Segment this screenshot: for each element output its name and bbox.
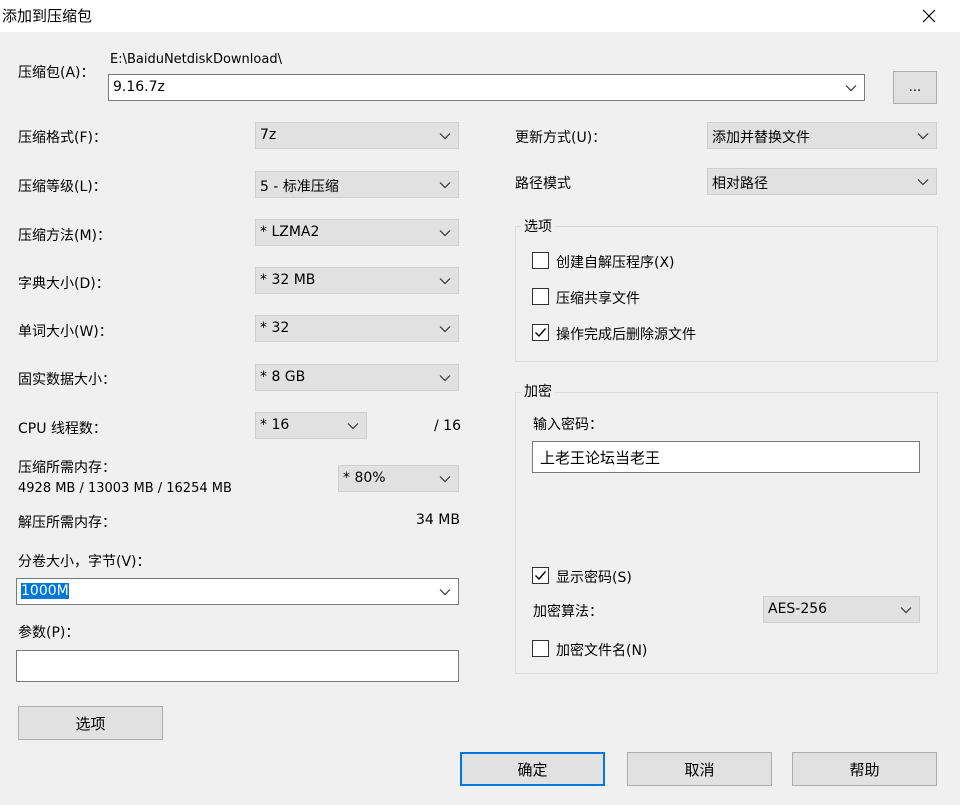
chevron-down-icon xyxy=(439,133,451,140)
chevron-down-icon xyxy=(439,230,451,237)
encryption-group xyxy=(515,392,938,674)
mem-usage-select[interactable]: * 80% xyxy=(338,465,459,492)
chevron-down-icon xyxy=(439,476,451,483)
update-select[interactable]: 添加并替换文件 xyxy=(707,122,937,149)
mem-compress-label: 压缩所需内存： xyxy=(18,460,116,476)
archive-path: E:\BaiduNetdiskDownload\ xyxy=(110,52,282,67)
solid-value: * 8 GB xyxy=(260,369,306,385)
enc-method-value: AES-256 xyxy=(768,601,828,617)
volume-value: 1000M xyxy=(21,583,69,599)
pathmode-label: 路径模式 xyxy=(515,176,571,192)
check-icon xyxy=(535,328,547,338)
enc-method-select[interactable]: AES-256 xyxy=(763,596,920,623)
method-select[interactable]: * LZMA2 xyxy=(255,219,459,246)
sfx-checkbox[interactable] xyxy=(532,252,549,269)
chevron-down-icon xyxy=(439,182,451,189)
threads-value: * 16 xyxy=(260,417,290,433)
chevron-down-icon xyxy=(900,607,912,614)
close-button[interactable] xyxy=(906,0,952,32)
chevron-down-icon xyxy=(917,179,929,186)
format-select[interactable]: 7z xyxy=(255,122,459,149)
threads-max: / 16 xyxy=(434,418,461,434)
pathmode-select[interactable]: 相对路径 xyxy=(707,168,937,195)
mem-usage-value: * 80% xyxy=(343,470,386,486)
chevron-down-icon xyxy=(439,278,451,285)
show-password-checkbox[interactable] xyxy=(532,567,549,584)
shared-checkbox[interactable] xyxy=(532,288,549,305)
browse-button[interactable]: ... xyxy=(893,71,937,104)
method-value: * LZMA2 xyxy=(260,224,320,240)
word-select[interactable]: * 32 xyxy=(255,315,459,342)
solid-select[interactable]: * 8 GB xyxy=(255,364,459,391)
solid-label: 固实数据大小： xyxy=(18,372,116,388)
chevron-down-icon xyxy=(439,375,451,382)
password-value: 上老王论坛当老王 xyxy=(540,449,661,467)
mem-compress-detail: 4928 MB / 13003 MB / 16254 MB xyxy=(18,481,232,496)
ok-button[interactable]: 确定 xyxy=(460,752,605,786)
enc-method-label: 加密算法： xyxy=(533,604,603,620)
close-icon xyxy=(922,9,936,23)
update-value: 添加并替换文件 xyxy=(712,130,810,146)
volume-label: 分卷大小，字节(V)： xyxy=(18,554,151,570)
add-to-archive-dialog: 添加到压缩包 压缩包(A)： E:\BaiduNetdiskDownload\ … xyxy=(0,0,960,805)
mem-decompress-value: 34 MB xyxy=(416,512,460,528)
sfx-label[interactable]: 创建自解压程序(X) xyxy=(556,252,675,272)
threads-select[interactable]: * 16 xyxy=(255,412,367,439)
update-label: 更新方式(U)： xyxy=(515,130,607,146)
options-group-title: 选项 xyxy=(521,216,555,236)
method-label: 压缩方法(M)： xyxy=(18,228,112,244)
chevron-down-icon xyxy=(845,85,857,92)
archive-name-combo[interactable]: 9.16.7z xyxy=(108,74,865,101)
encrypt-names-checkbox[interactable] xyxy=(532,640,549,657)
shared-label[interactable]: 压缩共享文件 xyxy=(556,288,640,308)
delete-source-label[interactable]: 操作完成后删除源文件 xyxy=(556,324,696,344)
dict-value: * 32 MB xyxy=(260,272,316,288)
volume-combo[interactable]: 1000M xyxy=(16,578,459,605)
title-bar: 添加到压缩包 xyxy=(0,0,960,32)
options-button[interactable]: 选项 xyxy=(18,706,163,740)
mem-decompress-label: 解压所需内存： xyxy=(18,515,116,531)
format-value: 7z xyxy=(260,127,277,143)
format-label: 压缩格式(F)： xyxy=(18,130,107,146)
password-label: 输入密码： xyxy=(533,417,603,433)
chevron-down-icon xyxy=(917,133,929,140)
check-icon xyxy=(535,571,547,581)
word-value: * 32 xyxy=(260,320,290,336)
level-value: 5 - 标准压缩 xyxy=(260,179,339,195)
show-password-label[interactable]: 显示密码(S) xyxy=(556,567,632,587)
archive-name-value: 9.16.7z xyxy=(113,79,165,95)
help-button[interactable]: 帮助 xyxy=(792,752,937,786)
params-label: 参数(P)： xyxy=(18,625,80,641)
word-label: 单词大小(W)： xyxy=(18,324,113,340)
chevron-down-icon xyxy=(439,589,451,596)
cancel-button[interactable]: 取消 xyxy=(627,752,772,786)
dict-select[interactable]: * 32 MB xyxy=(255,267,459,294)
params-input[interactable] xyxy=(16,650,459,682)
password-input[interactable]: 上老王论坛当老王 xyxy=(532,441,920,473)
level-select[interactable]: 5 - 标准压缩 xyxy=(255,171,459,198)
pathmode-value: 相对路径 xyxy=(712,176,768,192)
archive-label: 压缩包(A)： xyxy=(18,65,95,81)
level-label: 压缩等级(L)： xyxy=(18,179,107,195)
chevron-down-icon xyxy=(439,326,451,333)
window-title: 添加到压缩包 xyxy=(2,7,93,25)
chevron-down-icon xyxy=(347,423,359,430)
threads-label: CPU 线程数： xyxy=(18,421,107,437)
delete-source-checkbox[interactable] xyxy=(532,324,549,341)
encryption-group-title: 加密 xyxy=(521,381,555,401)
encrypt-names-label[interactable]: 加密文件名(N) xyxy=(556,640,647,660)
dict-label: 字典大小(D)： xyxy=(18,276,110,292)
